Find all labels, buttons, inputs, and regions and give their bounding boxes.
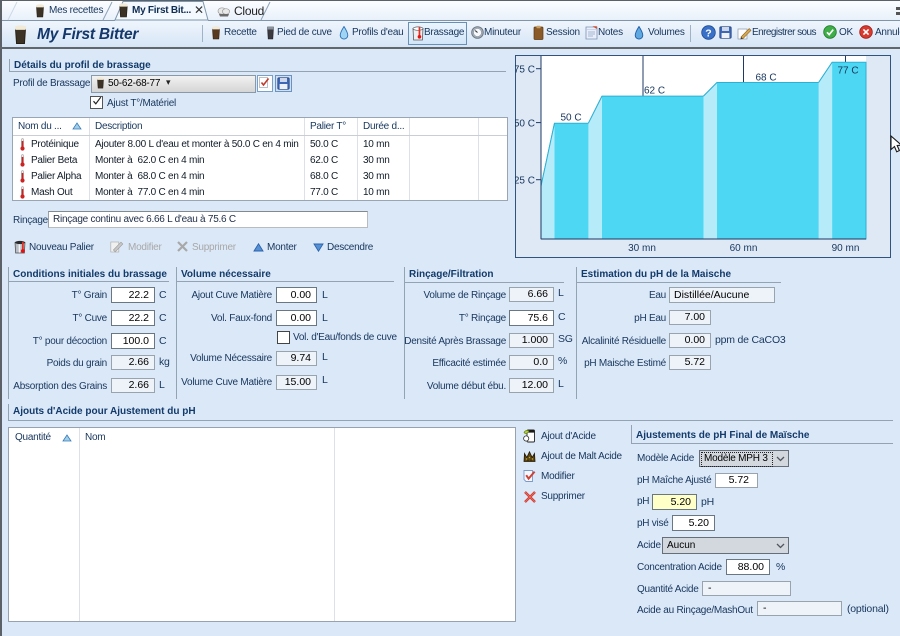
svg-text:60 mn: 60 mn (730, 243, 758, 254)
svg-text:75 C: 75 C (515, 65, 535, 76)
svg-text:50 C: 50 C (515, 119, 535, 130)
svg-text:30 mn: 30 mn (628, 243, 656, 254)
svg-text:77 C: 77 C (837, 66, 858, 77)
svg-text:62 C: 62 C (644, 86, 665, 97)
svg-text:68 C: 68 C (755, 73, 776, 84)
svg-text:90 mn: 90 mn (832, 243, 860, 254)
svg-text:25 C: 25 C (515, 176, 535, 187)
svg-text:?: ? (705, 27, 711, 39)
svg-text:50 C: 50 C (560, 113, 581, 124)
